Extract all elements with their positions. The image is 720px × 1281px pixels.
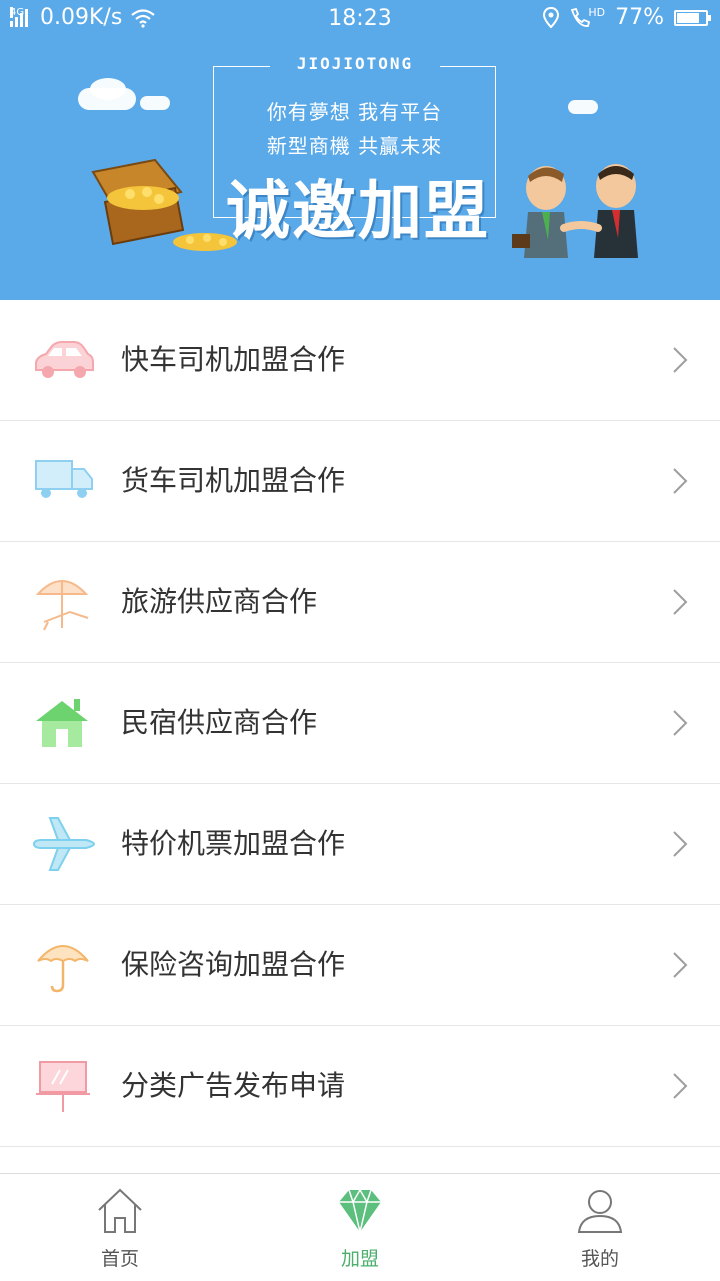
menu-item-label: 货车司机加盟合作 [121, 464, 346, 497]
battery-percent: 77% [615, 5, 664, 30]
menu-item-label: 快车司机加盟合作 [121, 343, 346, 376]
diamond-icon [339, 1188, 381, 1233]
airplane-icon [32, 817, 96, 871]
user-icon [577, 1190, 623, 1233]
location-icon [543, 6, 560, 28]
house-icon [36, 699, 88, 747]
chevron-right-icon [673, 589, 688, 615]
slogan-line-1: 你有夢想 我有平台 [266, 100, 443, 124]
tab-mine[interactable]: 我的 [480, 1174, 720, 1281]
menu-item-label: 旅游供应商合作 [121, 585, 318, 618]
battery-icon [674, 9, 711, 26]
banner-headline: 诚邀加盟 [226, 175, 490, 249]
menu-item-homestay-supplier[interactable]: 民宿供应商合作 [0, 663, 720, 784]
join-banner: 4G 0.09K/s 18:23 HD 77% JIOJIOTONG 你有夢想 … [0, 0, 720, 300]
tab-label: 首页 [100, 1248, 139, 1270]
menu-item-label: 民宿供应商合作 [121, 706, 318, 739]
chevron-right-icon [673, 468, 688, 494]
truck-icon [35, 460, 93, 498]
beach-umbrella-icon [35, 580, 89, 631]
bottom-tab-bar: 首页 加盟 我的 [0, 1173, 720, 1281]
billboard-icon [36, 1061, 90, 1112]
status-bar: 4G 0.09K/s 18:23 HD 77% [0, 0, 720, 38]
hd-badge: HD [588, 6, 606, 19]
chevron-right-icon [673, 347, 688, 373]
brand-name: JIOJIOTONG [270, 54, 440, 73]
menu-item-express-driver[interactable]: 快车司机加盟合作 [0, 300, 720, 421]
chevron-right-icon [673, 710, 688, 736]
menu-item-discount-flights[interactable]: 特价机票加盟合作 [0, 784, 720, 905]
chevron-right-icon [673, 952, 688, 978]
slogan-line-2: 新型商機 共贏未來 [266, 134, 443, 158]
home-icon [98, 1188, 142, 1233]
cooperation-menu: 快车司机加盟合作 货车司机加盟合作 旅游供应商合作 民宿供应商合作 特价机票加盟… [0, 300, 720, 1147]
tab-home[interactable]: 首页 [0, 1174, 240, 1281]
cloud-decoration [568, 100, 598, 114]
chevron-right-icon [673, 1073, 688, 1099]
umbrella-icon [37, 945, 89, 993]
chevron-right-icon [673, 831, 688, 857]
menu-item-label: 保险咨询加盟合作 [121, 948, 346, 981]
tab-label: 加盟 [340, 1248, 379, 1270]
menu-item-insurance-consulting[interactable]: 保险咨询加盟合作 [0, 905, 720, 1026]
menu-item-label: 特价机票加盟合作 [121, 827, 346, 860]
menu-item-label: 分类广告发布申请 [121, 1069, 346, 1102]
cloud-decoration [140, 96, 170, 110]
tab-label: 我的 [580, 1248, 619, 1270]
tab-join[interactable]: 加盟 [240, 1174, 480, 1281]
menu-item-truck-driver[interactable]: 货车司机加盟合作 [0, 421, 720, 542]
handshake-illustration [512, 164, 638, 258]
battery-level [677, 12, 699, 23]
menu-item-travel-supplier[interactable]: 旅游供应商合作 [0, 542, 720, 663]
car-icon [35, 341, 94, 378]
menu-item-classified-ads[interactable]: 分类广告发布申请 [0, 1026, 720, 1147]
cloud-decoration [90, 78, 126, 100]
